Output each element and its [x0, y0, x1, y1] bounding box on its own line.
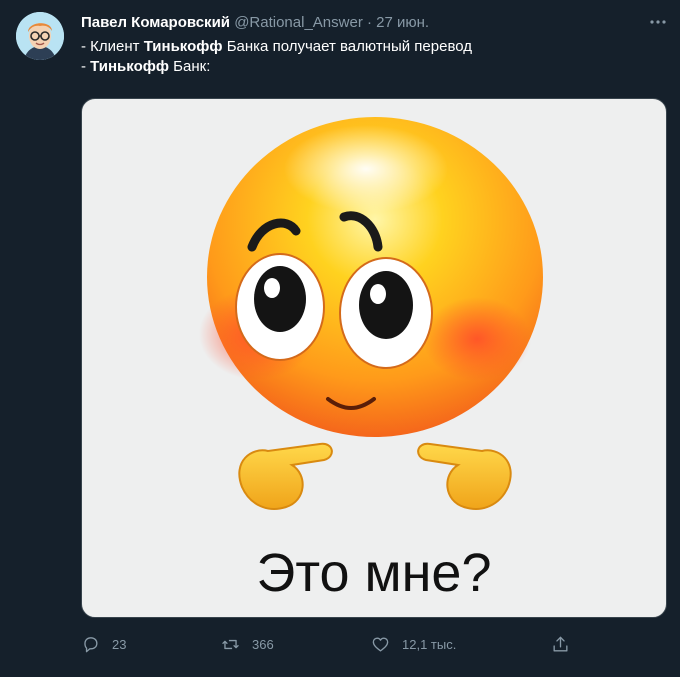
- reply-button[interactable]: 23: [81, 632, 126, 656]
- line1-suffix: Банка получает валютный перевод: [222, 38, 473, 55]
- more-button[interactable]: [648, 12, 668, 32]
- share-icon: [553, 636, 568, 652]
- retweet-icon: [222, 639, 239, 649]
- line2-bold: Тинькофф: [90, 58, 169, 75]
- like-button[interactable]: 12,1 тыс.: [371, 632, 456, 656]
- like-count: 12,1 тыс.: [402, 636, 457, 652]
- heart-icon: [372, 636, 389, 652]
- share-button[interactable]: [551, 632, 570, 656]
- author-name[interactable]: Павел Комаровский: [81, 14, 230, 31]
- tweet[interactable]: Павел Комаровский @Rational_Answer · 27 …: [0, 0, 680, 677]
- meta-separator: ·: [366, 14, 372, 31]
- reply-icon: [84, 636, 98, 652]
- avatar[interactable]: [16, 12, 64, 60]
- tweet-date[interactable]: 27 июн.: [376, 14, 429, 31]
- tweet-text: - Клиент Тинькофф Банка получает валютны…: [81, 37, 660, 77]
- reply-count: 23: [112, 636, 127, 652]
- author-handle[interactable]: @Rational_Answer: [234, 14, 363, 31]
- line1-prefix: - Клиент: [81, 38, 144, 55]
- line2-prefix: -: [81, 58, 91, 75]
- meme-caption: Это мне?: [256, 543, 492, 603]
- tweet-text-line-1: - Клиент Тинькофф Банка получает валютны…: [81, 37, 660, 57]
- more-dots-icon: [650, 20, 666, 24]
- tweet-actions: 23 366 12,1 тыс.: [81, 632, 581, 656]
- line1-bold: Тинькофф: [143, 38, 223, 55]
- retweet-count: 366: [252, 636, 274, 652]
- tweet-header: Павел Комаровский @Rational_Answer · 27 …: [81, 13, 640, 33]
- tweet-text-line-2: - Тинькофф Банк:: [81, 57, 660, 77]
- line2-suffix: Банк:: [169, 58, 211, 75]
- retweet-button[interactable]: 366: [221, 632, 274, 656]
- avatar-image: [16, 12, 64, 60]
- tweet-media-image[interactable]: Это мне?: [81, 98, 667, 618]
- shy-emoji-illustration: [199, 117, 543, 510]
